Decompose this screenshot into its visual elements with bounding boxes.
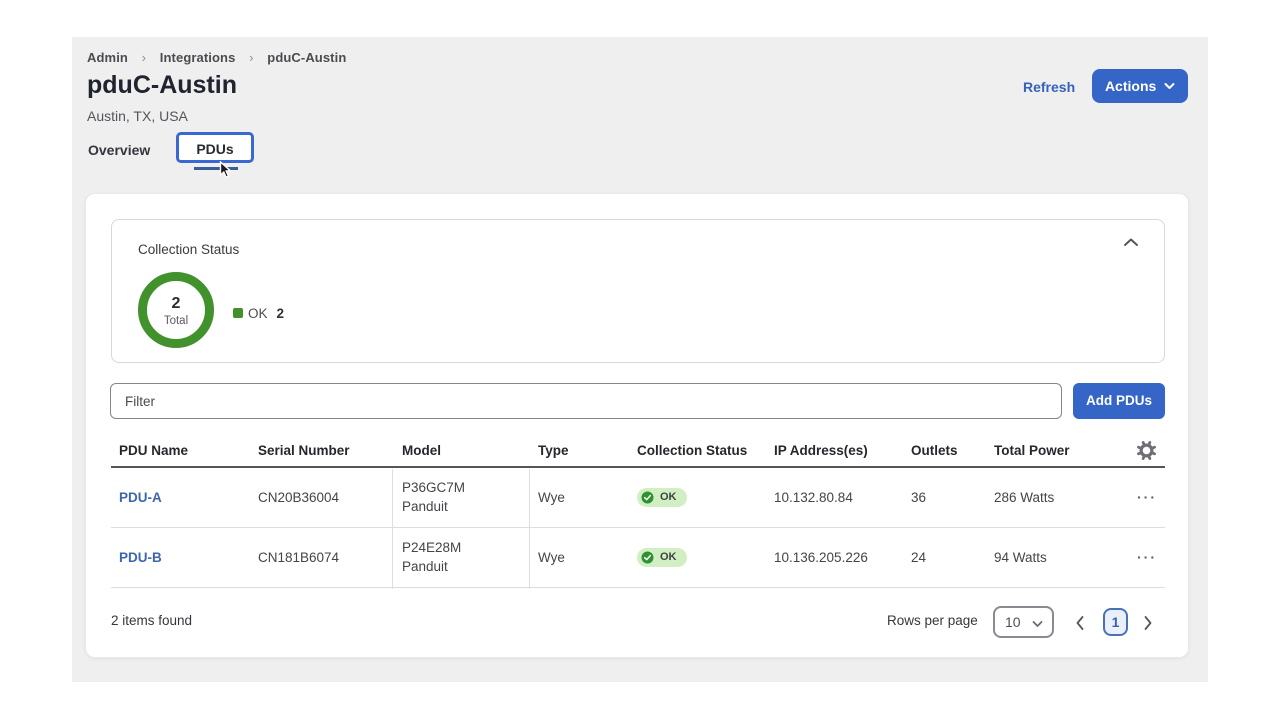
svg-text:2: 2 bbox=[172, 295, 181, 312]
svg-text:Total: Total bbox=[164, 315, 188, 327]
